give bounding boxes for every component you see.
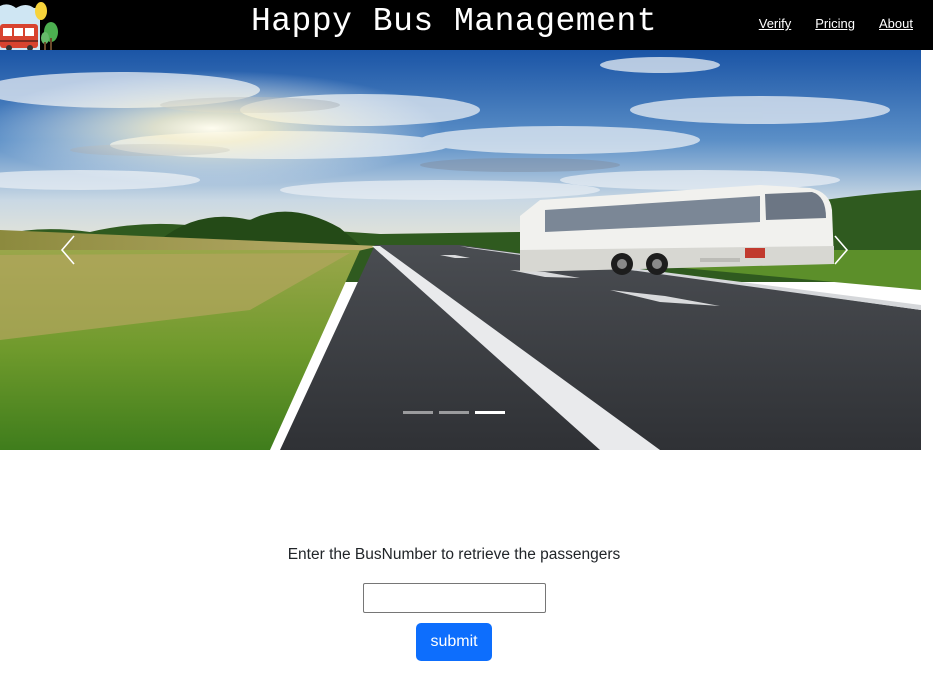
carousel-indicators — [403, 411, 505, 414]
bus-image — [520, 185, 834, 275]
chevron-right-icon — [834, 235, 849, 265]
carousel-prev-button[interactable] — [54, 232, 84, 268]
carousel-indicator-1[interactable] — [403, 411, 433, 414]
bus-on-highway-image — [0, 50, 921, 450]
carousel-indicator-2[interactable] — [439, 411, 469, 414]
hero-carousel — [0, 50, 921, 450]
carousel-next-button[interactable] — [827, 232, 857, 268]
nav-links: Verify Pricing About — [759, 16, 913, 31]
nav-link-verify[interactable]: Verify — [759, 16, 792, 31]
nav-link-about[interactable]: About — [879, 16, 913, 31]
bus-number-prompt: Enter the BusNumber to retrieve the pass… — [287, 546, 621, 563]
nav-link-pricing[interactable]: Pricing — [815, 16, 855, 31]
bus-number-input[interactable] — [363, 583, 546, 613]
chevron-left-icon — [60, 235, 75, 265]
submit-button[interactable]: submit — [416, 623, 492, 661]
navbar: Happy Bus Management Verify Pricing Abou… — [0, 0, 933, 51]
carousel-indicator-3[interactable] — [475, 411, 505, 414]
page-edge — [921, 50, 933, 450]
